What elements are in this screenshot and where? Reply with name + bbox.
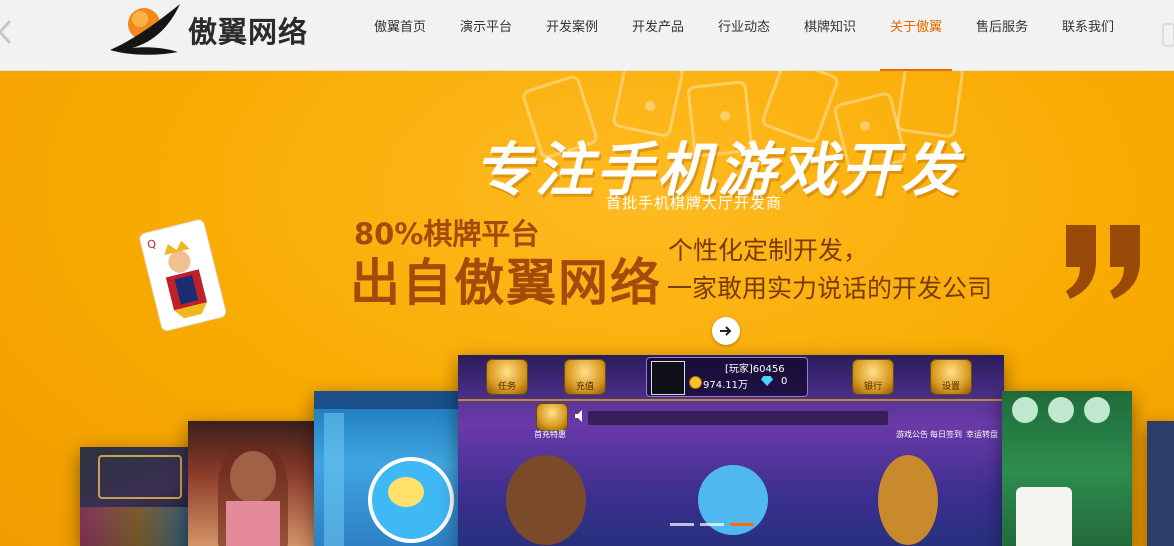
nav-contact-us[interactable]: 联系我们	[1045, 0, 1131, 70]
game-screenshot-casino	[80, 447, 195, 546]
speaker-icon	[575, 410, 582, 422]
player-info: [玩家]60456 974.11万 0	[646, 357, 808, 397]
game-screenshot-fishing: 任务 充值 [玩家]60456 974.11万 0 银行 设置 首充特惠 游戏公…	[458, 355, 1004, 546]
nav-dev-products[interactable]: 开发产品	[615, 0, 701, 70]
player-name: [玩家]60456	[725, 364, 785, 375]
quote-icon	[1066, 225, 1140, 299]
gem-icon	[761, 376, 773, 386]
slide-dot-active[interactable]	[730, 523, 754, 526]
coin-icon	[689, 376, 702, 389]
banner-subline: 首批手机棋牌大厅开发商	[606, 194, 783, 212]
game-top-bar: 任务 充值 [玩家]60456 974.11万 0 银行 设置	[458, 355, 1004, 401]
arrow-right-button[interactable]	[712, 317, 740, 345]
gem-balance: 0	[781, 376, 788, 387]
logo-text: 傲翼网络	[188, 15, 309, 49]
decorative-dot	[645, 101, 655, 111]
queen-card-icon: Q	[139, 219, 227, 331]
monkey-king-character	[878, 455, 938, 545]
game-screenshot-fish-blue	[314, 391, 464, 546]
prev-chevron-icon[interactable]	[0, 18, 16, 46]
site-header: 傲翼网络 傲翼首页 演示平台 开发案例 开发产品 行业动态 棋牌知识 关于傲翼 …	[0, 0, 1174, 71]
banner-big-line: 出自傲翼网络	[350, 254, 662, 312]
nav-industry-news[interactable]: 行业动态	[701, 0, 787, 70]
nav-demo-platform[interactable]: 演示平台	[443, 0, 529, 70]
recharge-button[interactable]: 充值	[564, 359, 606, 395]
next-edge-icon[interactable]	[1159, 22, 1174, 48]
pirate-character	[506, 455, 586, 545]
decorative-dot	[720, 111, 730, 121]
lucky-wheel-label[interactable]: 幸运转盘	[966, 429, 998, 440]
task-button[interactable]: 任务	[486, 359, 528, 395]
notice-label[interactable]: 游戏公告	[896, 429, 928, 440]
nav-about-us[interactable]: 关于傲翼	[873, 0, 959, 71]
slide-dot[interactable]	[700, 523, 724, 526]
slider-indicator[interactable]	[670, 523, 754, 526]
nav-after-sales[interactable]: 售后服务	[959, 0, 1045, 70]
notice-marquee	[588, 411, 888, 425]
hero-banner[interactable]: 专注手机游戏开发 首批手机棋牌大厅开发商 80%棋牌平台 出自傲翼网络 个性化定…	[0, 71, 1174, 546]
avatar	[651, 361, 685, 395]
game-screenshot-dealer	[188, 421, 316, 546]
promo-label: 首充特惠	[534, 430, 566, 439]
coin-balance: 974.11万	[703, 380, 748, 391]
logo-swoosh-icon	[110, 4, 180, 55]
game-screenshot-edge	[1147, 421, 1174, 546]
bank-button[interactable]: 银行	[852, 359, 894, 395]
nav-dev-cases[interactable]: 开发案例	[529, 0, 615, 70]
daily-signin-label[interactable]: 每日签到	[930, 429, 962, 440]
slide-dot[interactable]	[670, 523, 694, 526]
arrow-right-icon	[720, 326, 732, 336]
nav-home[interactable]: 傲翼首页	[357, 0, 443, 70]
banner-slogan-1: 个性化定制开发，	[668, 236, 869, 265]
main-nav: 傲翼首页 演示平台 开发案例 开发产品 行业动态 棋牌知识 关于傲翼 售后服务 …	[357, 0, 1131, 71]
nav-chess-knowledge[interactable]: 棋牌知识	[787, 0, 873, 70]
settings-button[interactable]: 设置	[930, 359, 972, 395]
site-logo[interactable]: 傲翼网络	[108, 2, 308, 58]
game-screenshot-mahjong	[1002, 391, 1132, 546]
first-recharge-promo[interactable]	[536, 403, 568, 431]
banner-slogan-2: 一家敢用实力说话的开发公司	[667, 274, 993, 303]
